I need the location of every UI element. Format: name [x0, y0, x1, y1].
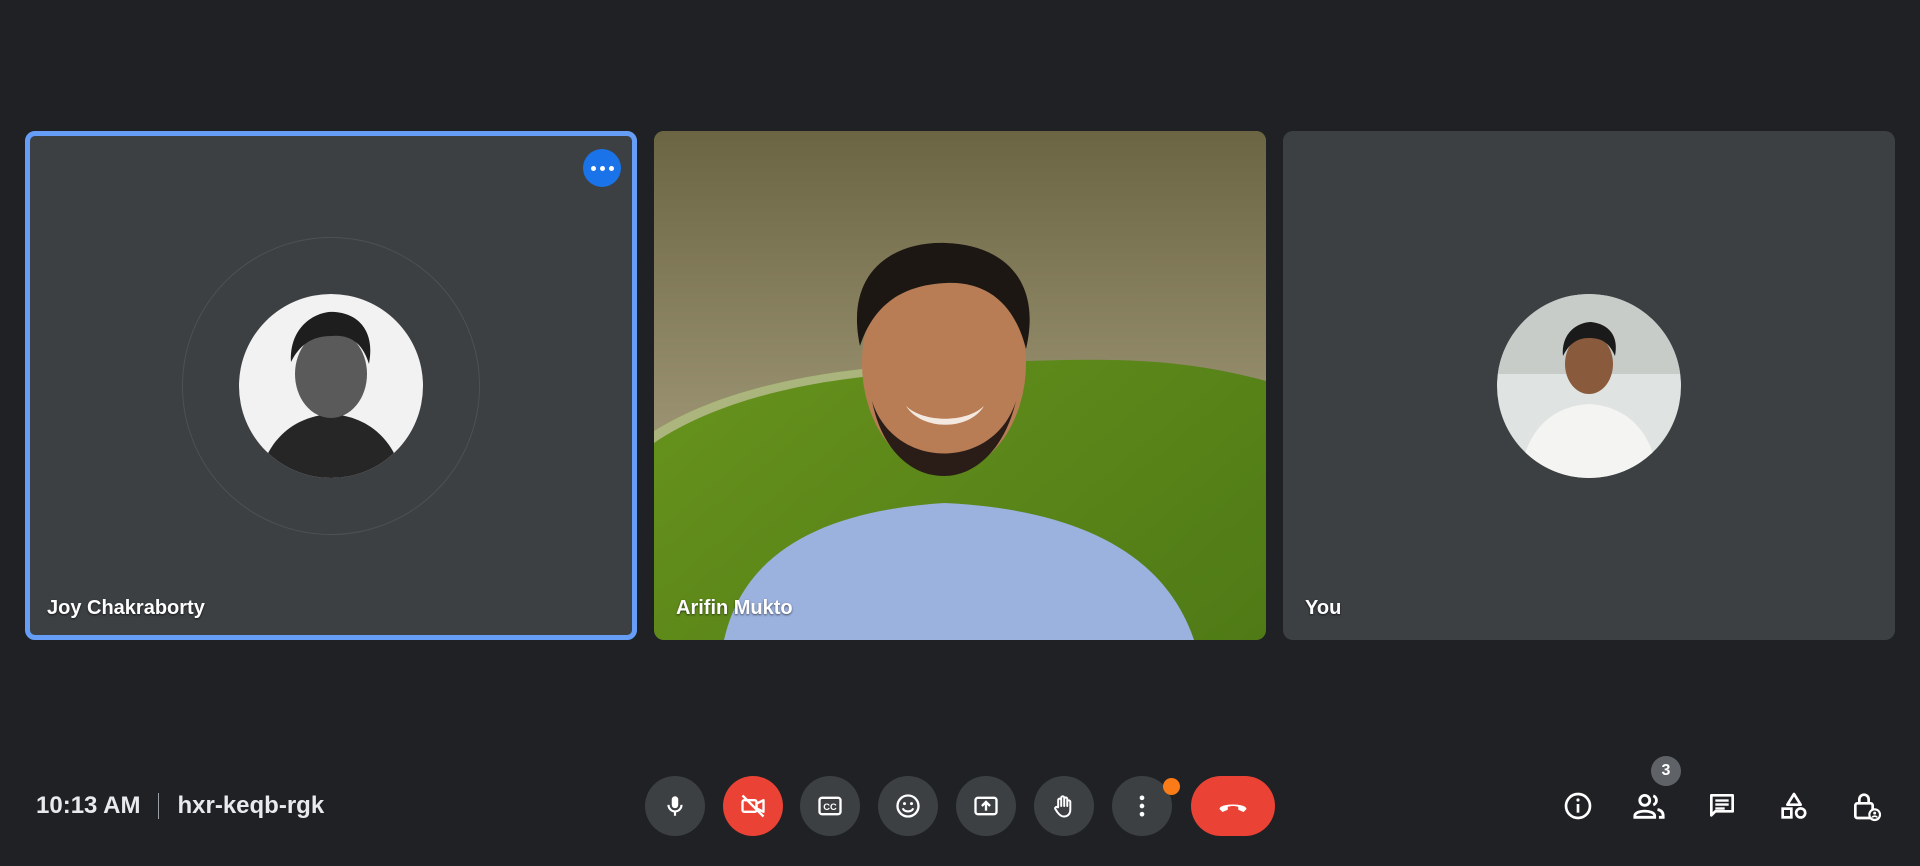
- camera-toggle-button[interactable]: [723, 776, 783, 836]
- mic-button[interactable]: [645, 776, 705, 836]
- videocam-off-icon: [741, 794, 765, 818]
- present-button[interactable]: [956, 776, 1016, 836]
- tile-more-options-button[interactable]: [583, 149, 621, 187]
- meeting-details-button[interactable]: [1553, 781, 1603, 831]
- call-end-icon: [1219, 804, 1247, 812]
- emoji-icon: [896, 794, 920, 818]
- divider: [158, 793, 160, 819]
- meeting-info: 10:13 AM hxr-keqb-rgk: [36, 790, 324, 822]
- activities-icon: [1781, 792, 1807, 819]
- emoji-button[interactable]: [878, 776, 938, 836]
- info-icon: [1564, 792, 1592, 820]
- people-button[interactable]: [1624, 781, 1674, 831]
- closed-caption-icon: CC: [818, 796, 842, 816]
- chat-button[interactable]: [1697, 781, 1747, 831]
- raise-hand-button[interactable]: [1034, 776, 1094, 836]
- notification-dot: [1163, 778, 1180, 795]
- avatar: [1497, 293, 1681, 478]
- present-screen-icon: [974, 796, 998, 816]
- participant-name: You: [1305, 597, 1342, 619]
- svg-text:CC: CC: [823, 802, 837, 812]
- activities-button[interactable]: [1769, 781, 1819, 831]
- participant-tile-joy[interactable]: Joy Chakraborty: [25, 131, 637, 640]
- host-controls-button[interactable]: [1841, 781, 1891, 831]
- chat-icon: [1710, 794, 1734, 817]
- hand-icon: [1054, 795, 1072, 818]
- people-icon: [1633, 793, 1665, 819]
- participant-name: Joy Chakraborty: [47, 597, 205, 619]
- avatar: [239, 293, 423, 478]
- leave-call-button[interactable]: [1191, 776, 1275, 836]
- mic-icon: [667, 796, 683, 816]
- participant-tile-you[interactable]: You: [1283, 131, 1895, 640]
- participant-name: Arifin Mukto: [676, 597, 793, 619]
- captions-button[interactable]: CC: [800, 776, 860, 836]
- video-feed: [654, 131, 1266, 640]
- participant-tile-arifin[interactable]: Arifin Mukto: [654, 131, 1266, 640]
- meeting-code[interactable]: hxr-keqb-rgk: [177, 792, 324, 820]
- clock-time: 10:13 AM: [36, 792, 141, 819]
- host-controls-icon: [1854, 793, 1882, 822]
- more-vert-icon: [1139, 795, 1145, 817]
